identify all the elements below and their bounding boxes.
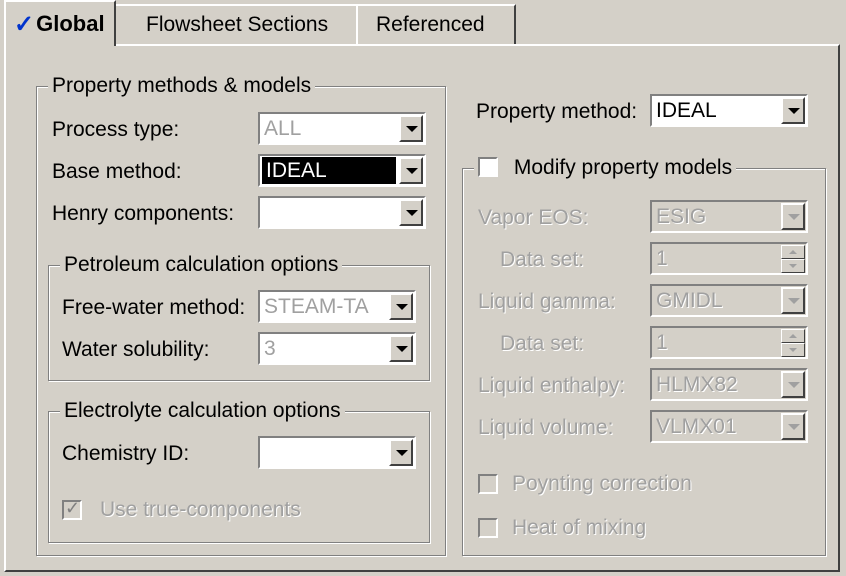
free-water-method-combo[interactable]: STEAM-TA [258,290,416,323]
liquid-enthalpy-label: Liquid enthalpy: [478,374,626,397]
gamma-data-set-value: 1 [656,331,668,354]
henry-components-label: Henry components: [52,202,235,225]
base-method-value: IDEAL [262,157,396,184]
process-type-combo[interactable]: ALL [258,112,426,145]
henry-components-combo[interactable] [258,196,426,229]
chevron-down-icon[interactable] [781,413,805,440]
chemistry-id-label: Chemistry ID: [62,442,190,465]
base-method-combo[interactable]: IDEAL [258,154,426,187]
gamma-data-set-label: Data set: [500,332,585,355]
poynting-correction-label: Poynting correction [512,472,692,495]
process-type-label: Process type: [52,118,180,141]
gamma-data-set-spinner[interactable]: 1 [650,326,808,359]
liquid-gamma-label: Liquid gamma: [478,290,616,313]
spin-down-icon[interactable] [781,343,805,357]
chemistry-id-combo[interactable] [258,436,416,469]
vapor-data-set-spinner[interactable]: 1 [650,242,808,275]
chevron-down-icon[interactable] [781,97,805,124]
petroleum-legend: Petroleum calculation options [60,253,343,277]
chevron-down-icon[interactable] [781,203,805,230]
modify-models-checkbox[interactable] [478,157,498,178]
tab-referenced[interactable]: Referenced [356,4,516,44]
base-method-label: Base method: [52,160,182,183]
modify-models-legend: Modify property models [474,156,737,180]
tab-global[interactable]: ✓ Global [4,0,116,46]
spin-up-icon[interactable] [781,329,805,343]
liquid-volume-value: VLMX01 [656,415,737,438]
liquid-gamma-combo[interactable]: GMIDL [650,284,808,317]
vapor-data-set-value: 1 [656,247,668,270]
checkmark-icon: ✓ [65,498,81,518]
vapor-data-set-label: Data set: [500,248,585,271]
liquid-enthalpy-combo[interactable]: HLMX82 [650,368,808,401]
electrolyte-group [48,411,430,543]
water-solubility-label: Water solubility: [62,338,210,361]
chevron-down-icon[interactable] [389,439,413,466]
vapor-eos-combo[interactable]: ESIG [650,200,808,233]
liquid-enthalpy-value: HLMX82 [656,373,738,396]
chevron-down-icon[interactable] [781,371,805,398]
chevron-down-icon[interactable] [399,115,423,142]
tab-flowsheet-sections-label: Flowsheet Sections [146,13,329,36]
vapor-eos-label: Vapor EOS: [478,206,589,229]
chevron-down-icon[interactable] [389,335,413,362]
poynting-correction-checkbox[interactable] [478,474,498,494]
free-water-method-label: Free-water method: [62,296,246,319]
liquid-volume-combo[interactable]: VLMX01 [650,410,808,443]
checkmark-icon: ✓ [14,10,35,38]
liquid-gamma-value: GMIDL [656,289,723,312]
chevron-down-icon[interactable] [781,287,805,314]
chevron-down-icon[interactable] [389,293,413,320]
chevron-down-icon[interactable] [399,157,423,184]
water-solubility-value: 3 [264,337,276,360]
property-method-combo[interactable]: IDEAL [650,94,808,127]
use-true-components-label: Use true-components [100,498,301,521]
vapor-eos-value: ESIG [656,205,707,228]
water-solubility-combo[interactable]: 3 [258,332,416,365]
use-true-components-checkbox[interactable]: ✓ [62,498,82,520]
heat-of-mixing-label: Heat of mixing [512,516,647,539]
liquid-volume-label: Liquid volume: [478,416,614,439]
heat-of-mixing-checkbox[interactable] [478,518,498,538]
tab-global-label: Global [36,11,105,36]
spin-up-icon[interactable] [781,245,805,259]
free-water-method-value: STEAM-TA [264,295,369,318]
property-method-label: Property method: [476,100,638,123]
property-method-value: IDEAL [656,99,717,122]
electrolyte-legend: Electrolyte calculation options [60,399,345,423]
tab-flowsheet-sections[interactable]: Flowsheet Sections [114,4,358,44]
property-methods-legend: Property methods & models [48,74,316,98]
spin-down-icon[interactable] [781,259,805,273]
modify-models-label: Modify property models [513,156,733,179]
tab-referenced-label: Referenced [376,13,485,36]
chevron-down-icon[interactable] [399,199,423,226]
process-type-value: ALL [264,117,302,140]
